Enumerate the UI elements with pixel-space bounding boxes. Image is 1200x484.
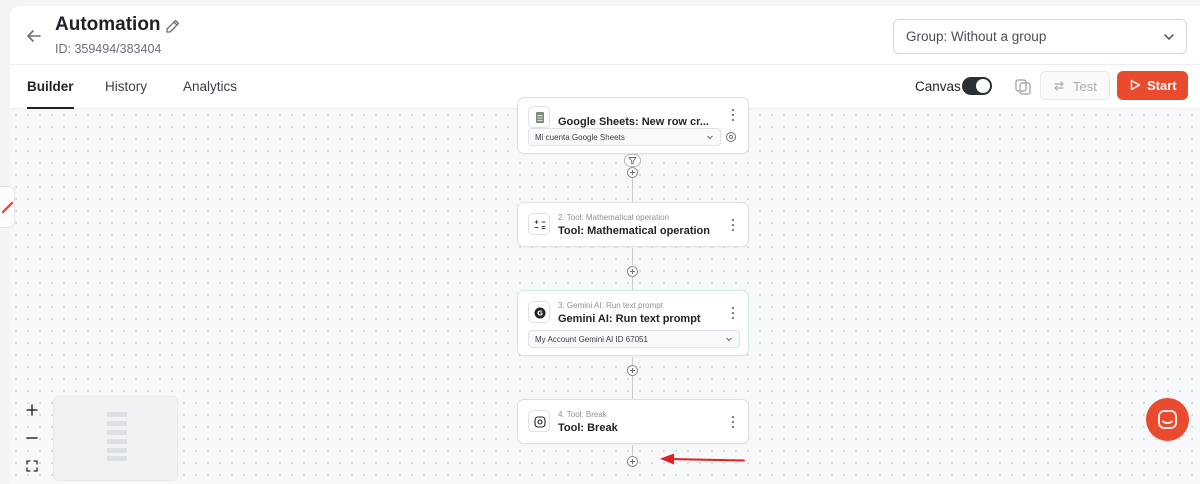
sheets-icon — [528, 106, 550, 128]
math-icon — [528, 213, 550, 235]
node-subtitle: 3. Gemini AI: Run text prompt — [558, 301, 663, 310]
settings-icon[interactable] — [725, 131, 737, 143]
minimap-node — [107, 439, 127, 444]
chevron-down-icon — [1164, 34, 1174, 40]
kebab-menu-icon[interactable] — [728, 108, 738, 122]
account-dropdown[interactable]: My Account Gemini AI ID 67051 — [528, 330, 740, 348]
account-dropdown-value: My Account Gemini AI ID 67051 — [535, 335, 648, 344]
tab-builder[interactable]: Builder — [27, 65, 74, 109]
node-math-operation[interactable]: 2. Tool: Mathematical operation Tool: Ma… — [517, 202, 749, 247]
copy-icon[interactable] — [1013, 77, 1033, 97]
node-gemini-ai[interactable]: G 3. Gemini AI: Run text prompt Gemini A… — [517, 290, 749, 356]
swap-arrows-icon — [1054, 81, 1064, 91]
chat-launcher-button[interactable] — [1146, 398, 1189, 441]
node-title: Gemini AI: Run text prompt — [558, 313, 701, 325]
tab-history[interactable]: History — [105, 65, 147, 108]
canvas-toggle[interactable] — [962, 77, 992, 95]
test-button[interactable]: Test — [1040, 71, 1110, 100]
zoom-in-icon[interactable] — [18, 396, 46, 424]
connector-line — [632, 376, 633, 399]
tab-analytics[interactable]: Analytics — [183, 65, 237, 108]
filter-button[interactable] — [624, 154, 641, 167]
minimap-node — [107, 421, 127, 426]
play-icon — [1130, 79, 1141, 91]
svg-text:G: G — [537, 310, 543, 318]
add-step-button[interactable] — [627, 365, 638, 376]
node-break[interactable]: 4. Tool: Break Tool: Break — [517, 399, 749, 444]
minimap-node — [107, 430, 127, 435]
start-button[interactable]: Start — [1117, 71, 1188, 100]
group-select[interactable]: Group: Without a group — [893, 19, 1187, 54]
canvas-label: Canvas — [915, 79, 961, 94]
start-button-label: Start — [1147, 78, 1177, 93]
break-icon — [528, 410, 550, 432]
kebab-menu-icon[interactable] — [728, 306, 738, 320]
annotation-arrow-icon — [660, 453, 745, 465]
gemini-icon: G — [528, 301, 550, 323]
node-google-sheets[interactable]: Google Sheets: New row cr... Mi cuenta G… — [517, 97, 749, 154]
node-subtitle: 4. Tool: Break — [558, 410, 607, 419]
page-title: Automation — [55, 14, 161, 35]
account-dropdown[interactable]: Mi cuenta Google Sheets — [528, 128, 721, 146]
kebab-menu-icon[interactable] — [728, 415, 738, 429]
minimap-node — [107, 412, 127, 417]
zoom-controls — [18, 396, 46, 480]
kebab-menu-icon[interactable] — [728, 218, 738, 232]
chat-icon — [1158, 410, 1177, 429]
minimap-node — [107, 456, 127, 461]
node-subtitle: 2. Tool: Mathematical operation — [558, 213, 670, 222]
minimap-node — [107, 448, 127, 453]
test-button-label: Test — [1073, 79, 1097, 94]
add-step-button[interactable] — [627, 456, 638, 467]
node-title: Tool: Break — [558, 422, 618, 434]
connector-line — [632, 357, 633, 365]
minimap[interactable] — [53, 396, 178, 481]
back-arrow-icon[interactable] — [24, 26, 44, 46]
node-title: Google Sheets: New row cr... — [558, 116, 709, 128]
node-title: Tool: Mathematical operation — [558, 225, 710, 237]
brand-logo-icon — [1, 201, 14, 214]
filter-icon — [628, 157, 637, 165]
pencil-icon[interactable] — [165, 18, 181, 34]
chevron-down-icon — [726, 337, 732, 342]
fit-view-icon[interactable] — [18, 452, 46, 480]
add-step-button[interactable] — [627, 266, 638, 277]
add-step-button[interactable] — [627, 167, 638, 178]
workflow-canvas[interactable]: Google Sheets: New row cr... Mi cuenta G… — [10, 97, 1200, 484]
header: Automation ID: 359494/383404 Group: With… — [10, 6, 1200, 64]
group-select-value: Group: Without a group — [906, 29, 1047, 44]
connector-line — [632, 277, 633, 290]
zoom-out-icon[interactable] — [18, 424, 46, 452]
app-window: Automation ID: 359494/383404 Group: With… — [10, 6, 1200, 484]
automation-id: ID: 359494/383404 — [55, 42, 162, 56]
side-panel-tab[interactable] — [0, 186, 15, 228]
chevron-down-icon — [707, 135, 713, 140]
connector-line — [632, 248, 633, 265]
connector-line — [632, 178, 633, 202]
account-dropdown-value: Mi cuenta Google Sheets — [535, 133, 625, 142]
connector-line — [632, 445, 633, 456]
